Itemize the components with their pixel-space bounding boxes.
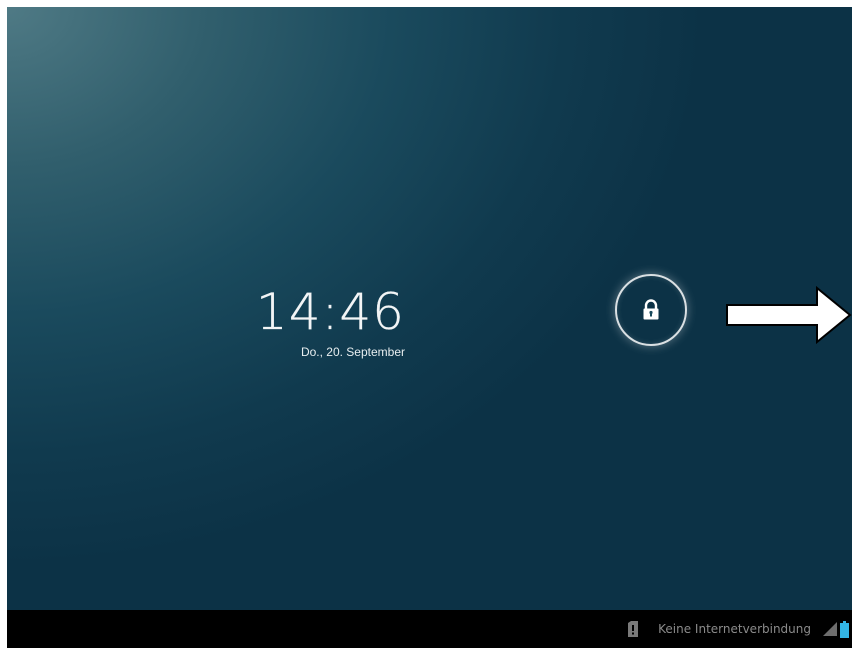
- sd-card-warning-icon: [628, 621, 639, 637]
- lock-screen: 14:46 Do., 20. September Keine Internetv…: [7, 7, 852, 648]
- status-area[interactable]: Keine Internetverbindung: [627, 610, 852, 648]
- signal-icon: [823, 622, 837, 636]
- connection-status: Keine Internetverbindung: [658, 622, 811, 636]
- clock-widget: 14:46 Do., 20. September: [207, 285, 405, 359]
- device-frame: 14:46 Do., 20. September Keine Internetv…: [0, 0, 859, 648]
- clock-date: Do., 20. September: [300, 345, 405, 359]
- lock-icon: [643, 299, 659, 320]
- unlock-handle[interactable]: [615, 274, 687, 346]
- right-arrow-icon: [726, 286, 852, 344]
- battery-icon: [840, 620, 849, 638]
- clock-time: 14:46: [255, 283, 405, 341]
- system-bar: Keine Internetverbindung: [7, 610, 852, 648]
